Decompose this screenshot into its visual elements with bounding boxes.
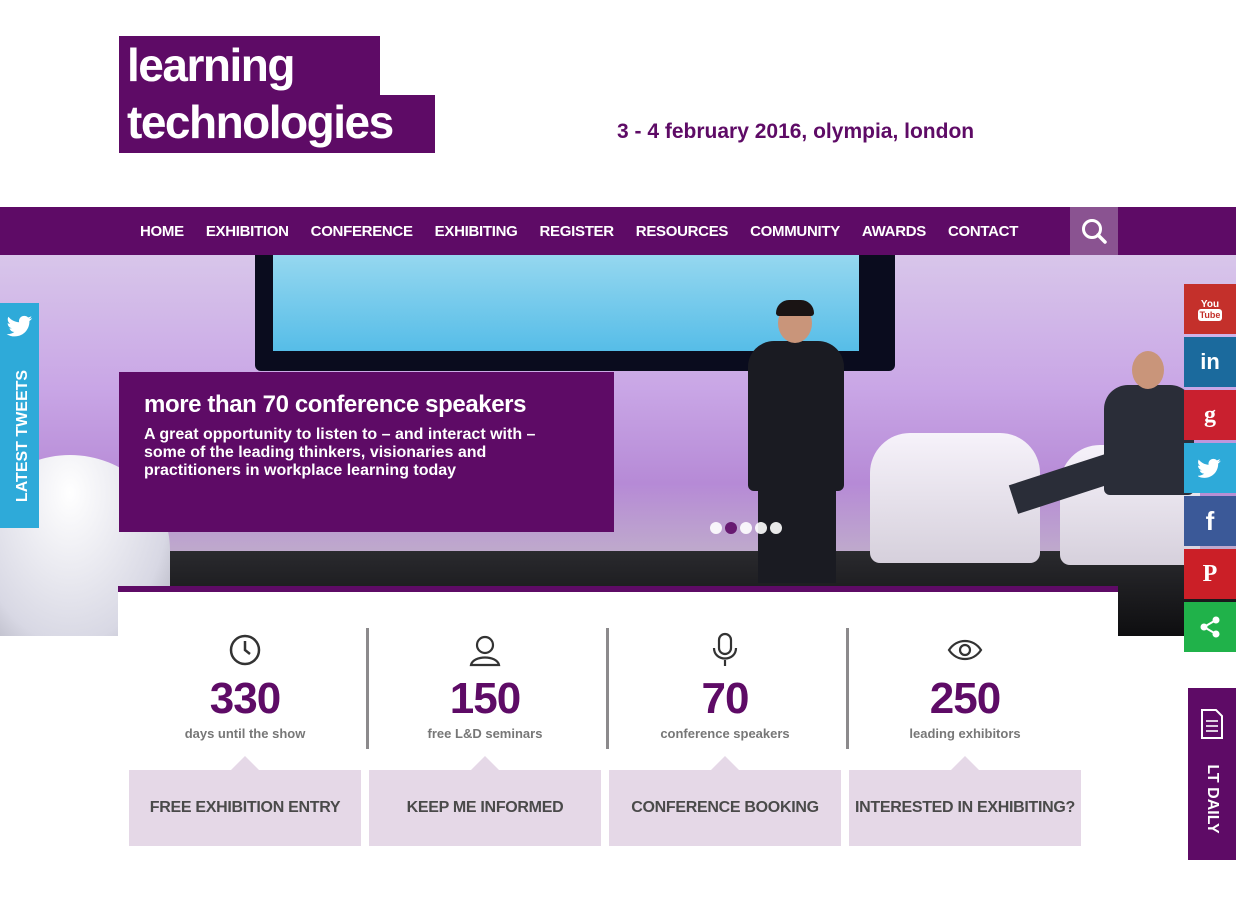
latest-tweets-label: LATEST TWEETS <box>14 369 31 503</box>
slider-dots <box>710 522 785 534</box>
logo-line-2: technologies <box>127 96 394 148</box>
nav-exhibition[interactable]: EXHIBITION <box>206 223 289 240</box>
stat-seminars: 150 free L&D seminars <box>369 628 601 748</box>
event-dates: 3 - 4 february 2016, olympia, london <box>617 120 975 143</box>
stat-label: free L&D seminars <box>427 726 543 741</box>
stat-value: 70 <box>701 674 750 723</box>
slider-dot[interactable] <box>755 522 767 534</box>
nav-contact[interactable]: CONTACT <box>948 223 1018 240</box>
stat-value: 250 <box>929 674 1001 723</box>
search-icon <box>1082 219 1107 244</box>
free-exhibition-entry-button[interactable]: FREE EXHIBITION ENTRY <box>129 756 361 846</box>
slider-dot[interactable] <box>740 522 752 534</box>
twitter-icon <box>6 315 33 337</box>
stat-label: leading exhibitors <box>909 726 1021 741</box>
hero-caption: more than 70 conference speakers A great… <box>119 372 614 532</box>
search-button[interactable] <box>1070 207 1118 255</box>
social-bar: You Tube in g f P <box>1184 284 1236 655</box>
user-icon <box>469 635 501 667</box>
linkedin-icon[interactable]: in <box>1184 337 1236 387</box>
conference-booking-button[interactable]: CONFERENCE BOOKING <box>609 756 841 846</box>
lt-daily-label: LT DAILY <box>1204 764 1221 834</box>
nav-community[interactable]: COMMUNITY <box>750 223 840 240</box>
nav-register[interactable]: REGISTER <box>540 223 615 240</box>
nav-exhibiting[interactable]: EXHIBITING <box>435 223 518 240</box>
stat-days: 330 days until the show <box>129 628 361 748</box>
svg-text:Tube: Tube <box>1200 310 1221 320</box>
hero-title: more than 70 conference speakers <box>144 391 527 418</box>
youtube-icon[interactable]: You Tube <box>1184 284 1236 334</box>
share-icon[interactable] <box>1184 602 1236 652</box>
eye-icon <box>947 639 983 661</box>
document-icon <box>1201 709 1223 739</box>
stat-label: days until the show <box>184 726 306 741</box>
twitter-share-icon[interactable] <box>1184 443 1236 493</box>
svg-text:You: You <box>1201 299 1219 310</box>
stat-exhibitors: 250 leading exhibitors <box>849 628 1081 748</box>
lt-daily-tab[interactable]: LT DAILY <box>1188 688 1236 860</box>
keep-me-informed-button[interactable]: KEEP ME INFORMED <box>369 756 601 846</box>
clock-icon <box>229 634 261 666</box>
microphone-icon <box>712 632 738 666</box>
pinterest-icon[interactable]: P <box>1184 549 1236 599</box>
slider-dot[interactable] <box>710 522 722 534</box>
logo[interactable]: learning technologies <box>119 36 435 153</box>
stat-value: 150 <box>449 674 521 723</box>
stat-label: conference speakers <box>660 726 790 741</box>
facebook-icon[interactable]: f <box>1184 496 1236 546</box>
main-nav: HOME EXHIBITION CONFERENCE EXHIBITING RE… <box>0 207 1236 255</box>
stat-value: 330 <box>209 674 281 723</box>
logo-line-1: learning <box>127 39 295 91</box>
slider-dot-active[interactable] <box>725 522 737 534</box>
slider-dot[interactable] <box>770 522 782 534</box>
hero-text: A great opportunity to listen to – and i… <box>144 426 536 479</box>
nav-resources[interactable]: RESOURCES <box>636 223 729 240</box>
nav-awards[interactable]: AWARDS <box>862 223 926 240</box>
nav-home[interactable]: HOME <box>140 223 184 240</box>
googleplus-icon[interactable]: g <box>1184 390 1236 440</box>
interested-in-exhibiting-button[interactable]: INTERESTED IN EXHIBITING? <box>849 756 1081 846</box>
nav-conference[interactable]: CONFERENCE <box>311 223 413 240</box>
stat-speakers: 70 conference speakers <box>609 628 841 748</box>
latest-tweets-tab[interactable]: LATEST TWEETS <box>0 303 39 528</box>
